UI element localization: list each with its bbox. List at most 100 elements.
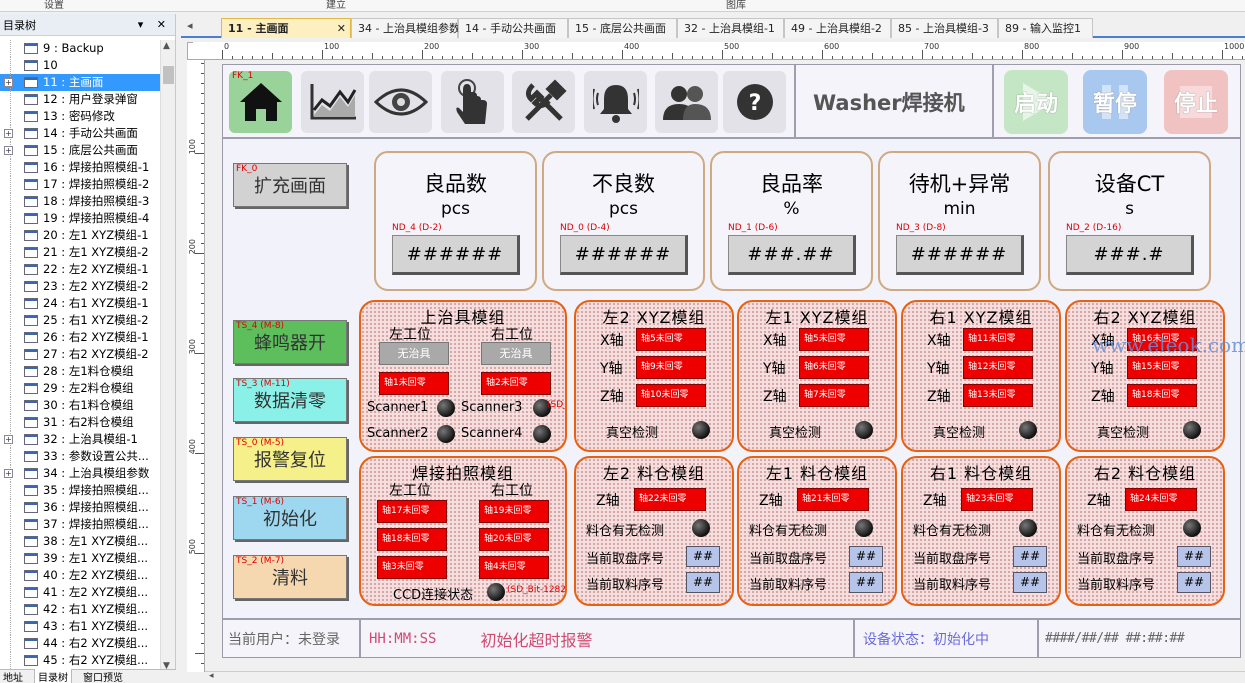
- tab-fixture-params[interactable]: 34 - 上治具模组参数: [351, 18, 460, 38]
- scroll-left-icon[interactable]: ◂: [209, 671, 214, 681]
- ruler-tick: [201, 233, 204, 234]
- tree-line: [10, 176, 11, 193]
- page-icon: [24, 655, 38, 666]
- tree-item[interactable]: 43 : 右1 XYZ模组...: [0, 618, 160, 635]
- tab-address[interactable]: 地址: [0, 669, 26, 683]
- tree-item[interactable]: 19 : 焊接拍照模组-4: [0, 210, 160, 227]
- left-button-3[interactable]: TS_1 (M-6) 初始化: [233, 496, 347, 540]
- expand-icon[interactable]: +: [4, 78, 13, 87]
- start-button[interactable]: 启动: [1004, 70, 1068, 134]
- tree-item[interactable]: 25 : 右1 XYZ模组-2: [0, 312, 160, 329]
- tree-item[interactable]: 35 : 焊接拍照模组...: [0, 482, 160, 499]
- ruler-tick: [195, 453, 204, 454]
- scroll-thumb[interactable]: [163, 66, 174, 84]
- touch-hand-icon[interactable]: [441, 71, 504, 133]
- tab-scroll-left-icon[interactable]: ◂: [187, 19, 193, 32]
- page-icon: [24, 230, 38, 241]
- stop-button[interactable]: 停止: [1164, 70, 1228, 134]
- ruler-tick: [201, 663, 204, 664]
- pause-button[interactable]: 暂停: [1083, 70, 1147, 134]
- expand-icon[interactable]: +: [4, 129, 13, 138]
- tree-item[interactable]: 39 : 左1 XYZ模组...: [0, 550, 160, 567]
- tree-item[interactable]: 30 : 右1料仓模组: [0, 397, 160, 414]
- tree-item[interactable]: 27 : 右2 XYZ模组-2: [0, 346, 160, 363]
- tab-main-screen[interactable]: 11 - 主画面 ✕: [221, 18, 351, 38]
- tab-fixture-1[interactable]: 32 - 上治具模组-1: [677, 18, 784, 38]
- tree-item[interactable]: 13 : 密码修改: [0, 108, 160, 125]
- tree-item[interactable]: 29 : 左2料仓模组: [0, 380, 160, 397]
- tree-item[interactable]: 37 : 焊接拍照模组...: [0, 516, 160, 533]
- tree-vertical-scrollbar[interactable]: ▲ ▼: [160, 40, 175, 672]
- tab-fixture-3[interactable]: 85 - 上治具模组-3: [891, 18, 998, 38]
- trend-chart-icon[interactable]: [301, 71, 364, 133]
- tree-item[interactable]: 26 : 右2 XYZ模组-1: [0, 329, 160, 346]
- tree-item[interactable]: +14 : 手动公共画面: [0, 125, 160, 142]
- tree-item[interactable]: 17 : 焊接拍照模组-2: [0, 176, 160, 193]
- users-icon[interactable]: [655, 71, 718, 133]
- help-icon[interactable]: ?: [723, 71, 786, 133]
- tree-item[interactable]: 42 : 右1 XYZ模组...: [0, 601, 160, 618]
- top-menu-strip: 设置 建立 图库: [0, 0, 1245, 12]
- tab-directory[interactable]: 目录树: [34, 669, 72, 683]
- ruler-tick: [592, 56, 593, 59]
- tab-fixture-2[interactable]: 49 - 上治具模组-2: [784, 18, 891, 38]
- pick-index-label: 当前取料序号: [913, 578, 992, 593]
- tree-list[interactable]: 9 : Backup 10 +11 : 主画面 12 : 用户登录弹窗 13 : 密码修…: [0, 40, 160, 672]
- eye-icon[interactable]: [369, 71, 432, 133]
- menu-settings[interactable]: 设置: [44, 0, 64, 11]
- left-button-4[interactable]: TS_2 (M-7) 清料: [233, 555, 347, 599]
- alarm-bell-icon[interactable]: [584, 71, 647, 133]
- tree-item[interactable]: +32 : 上治具模组-1: [0, 431, 160, 448]
- tree-item[interactable]: 36 : 焊接拍照模组...: [0, 499, 160, 516]
- tree-item[interactable]: 41 : 左2 XYZ模组...: [0, 584, 160, 601]
- left-button-0[interactable]: TS_4 (M-8) 蜂鸣器开: [233, 320, 347, 364]
- scroll-up-icon[interactable]: ▲: [163, 41, 170, 51]
- ruler-tick: [952, 56, 953, 59]
- tree-item[interactable]: +34 : 上治具模组参数: [0, 465, 160, 482]
- tree-item[interactable]: 23 : 左2 XYZ模组-2: [0, 278, 160, 295]
- tree-item[interactable]: 45 : 右2 XYZ模组...: [0, 652, 160, 669]
- left-button-2[interactable]: TS_0 (M-5) 报警复位: [233, 437, 347, 481]
- ruler-tick: [342, 56, 343, 59]
- tree-item[interactable]: 24 : 右1 XYZ模组-1: [0, 295, 160, 312]
- tree-item[interactable]: 33 : 参数设置公共...: [0, 448, 160, 465]
- tree-item[interactable]: 18 : 焊接拍照模组-3: [0, 193, 160, 210]
- panel-controls[interactable]: ▾ ✕: [138, 18, 171, 31]
- tree-item-label: 43 : 右1 XYZ模组...: [43, 619, 149, 633]
- tree-item[interactable]: 44 : 右2 XYZ模组...: [0, 635, 160, 652]
- tools-icon[interactable]: [512, 71, 575, 133]
- tree-item[interactable]: 12 : 用户登录弹窗: [0, 91, 160, 108]
- tab-manual-common[interactable]: 14 - 手动公共画面: [458, 18, 568, 38]
- tree-item[interactable]: 16 : 焊接拍照模组-1: [0, 159, 160, 176]
- ruler-tick: [201, 393, 204, 394]
- tree-item[interactable]: 40 : 左2 XYZ模组...: [0, 567, 160, 584]
- tree-item[interactable]: 31 : 右2料仓模组: [0, 414, 160, 431]
- tree-item[interactable]: 20 : 左1 XYZ模组-1: [0, 227, 160, 244]
- tree-item[interactable]: 9 : Backup: [0, 40, 160, 57]
- tree-item[interactable]: 22 : 左2 XYZ模组-1: [0, 261, 160, 278]
- menu-library[interactable]: 图库: [726, 0, 746, 11]
- left-button-1[interactable]: TS_3 (M-11) 数据清零: [233, 378, 347, 422]
- expand-screen-button[interactable]: FK_0 扩充画面: [233, 163, 347, 207]
- tree-item[interactable]: +15 : 底层公共画面: [0, 142, 160, 159]
- tree-item[interactable]: 10: [0, 57, 160, 74]
- expand-icon[interactable]: +: [4, 435, 13, 444]
- expand-icon[interactable]: +: [4, 469, 13, 478]
- ruler-tick: [201, 193, 204, 194]
- tab-input-monitor[interactable]: 89 - 输入监控1: [998, 18, 1093, 38]
- home-icon[interactable]: FK_1: [229, 71, 292, 133]
- tree-item[interactable]: 21 : 左1 XYZ模组-2: [0, 244, 160, 261]
- tree-item-label: 23 : 左2 XYZ模组-2: [43, 279, 149, 293]
- menu-build[interactable]: 建立: [326, 0, 346, 11]
- tree-item[interactable]: +11 : 主画面: [0, 74, 160, 91]
- tree-item[interactable]: 28 : 左1料仓模组: [0, 363, 160, 380]
- close-tab-icon[interactable]: ✕: [337, 19, 346, 38]
- ruler-tick: [1232, 56, 1233, 59]
- ruler-tick: [201, 273, 204, 274]
- ruler-tick: [292, 56, 293, 59]
- expand-icon[interactable]: +: [4, 146, 13, 155]
- canvas-horizontal-scrollbar[interactable]: ◂: [205, 671, 1245, 683]
- tab-bottom-common[interactable]: 15 - 底层公共画面: [568, 18, 677, 38]
- tab-window-preview[interactable]: 窗口预览: [80, 669, 126, 683]
- tree-item[interactable]: 38 : 左1 XYZ模组...: [0, 533, 160, 550]
